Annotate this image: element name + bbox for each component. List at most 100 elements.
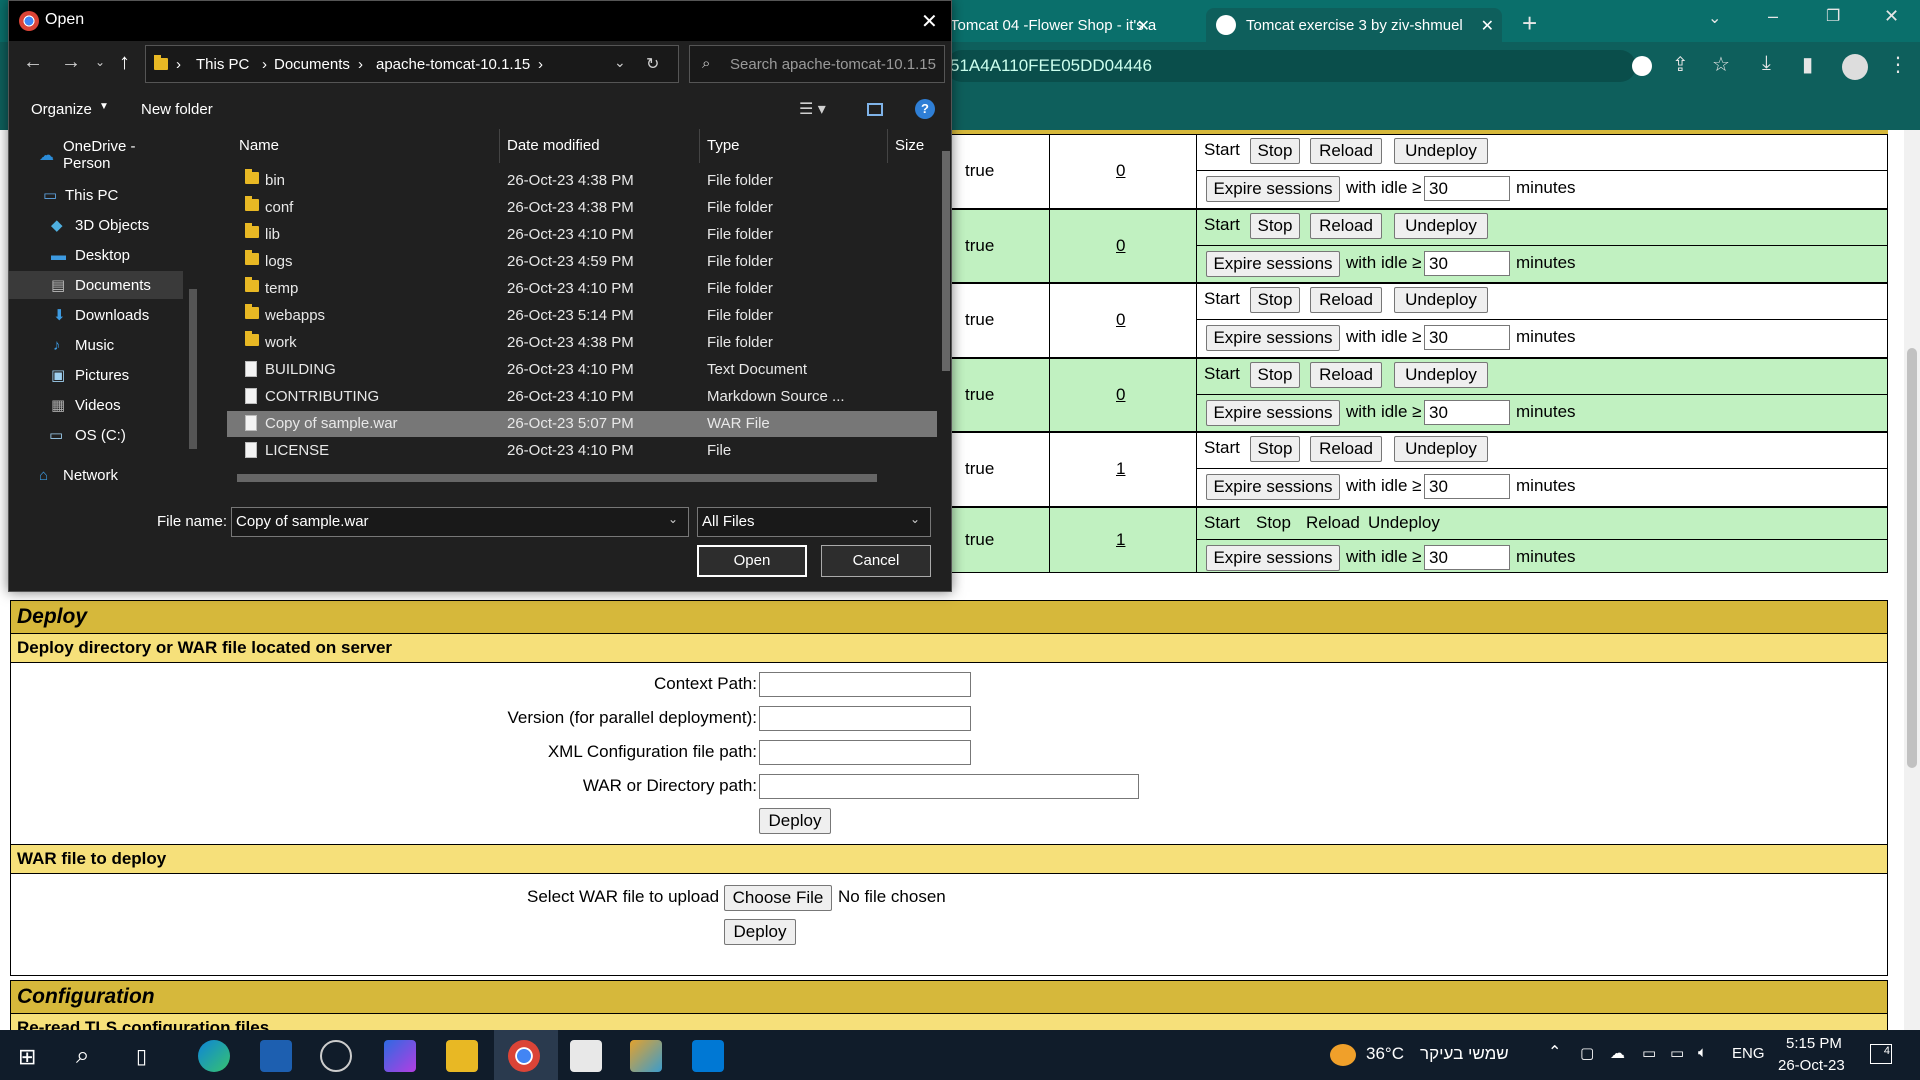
task-view-icon[interactable]: ▯ <box>136 1044 147 1069</box>
new-folder-button[interactable]: New folder <box>141 101 213 118</box>
stop-button[interactable]: Stop <box>1250 212 1300 239</box>
folder-row[interactable]: logs 26-Oct-23 4:59 PM File folder <box>227 249 937 275</box>
col-date[interactable]: Date modified <box>507 137 600 154</box>
war-dir-input[interactable] <box>759 774 1139 799</box>
notifications-icon[interactable]: 4 <box>1870 1044 1892 1064</box>
cancel-button[interactable]: Cancel <box>821 545 931 577</box>
col-type[interactable]: Type <box>707 137 740 154</box>
deploy-button[interactable]: Deploy <box>759 808 831 834</box>
forward-icon[interactable]: → <box>61 51 81 74</box>
search-box[interactable]: ⌕ Search apache-tomcat-10.1.15 <box>689 45 945 83</box>
address-bar[interactable]: 51A4A110FEE05DD04446 <box>946 50 1636 82</box>
new-tab-button[interactable]: + <box>1522 8 1537 39</box>
filetype-dropdown-icon[interactable]: ⌄ <box>910 512 920 526</box>
meet-icon[interactable]: ▢ <box>1580 1044 1594 1062</box>
folder-row[interactable]: bin 26-Oct-23 4:38 PM File folder <box>227 168 937 194</box>
undeploy-button[interactable]: Undeploy <box>1394 287 1488 313</box>
xml-config-input[interactable] <box>759 740 971 765</box>
file-scrollbar-thumb[interactable] <box>942 151 950 371</box>
volume-icon[interactable]: 🔈︎ <box>1698 1044 1707 1061</box>
close-tab-icon[interactable]: ✕ <box>1137 16 1150 36</box>
battery-icon[interactable]: ▭ <box>1642 1044 1656 1062</box>
close-tab-icon[interactable]: ✕ <box>1481 16 1494 36</box>
filename-input[interactable]: Copy of sample.war ⌄ <box>231 507 689 537</box>
edge-icon[interactable] <box>198 1040 230 1072</box>
vscode-icon[interactable] <box>692 1040 724 1072</box>
bookmark-star-icon[interactable]: ☆ <box>1712 52 1730 77</box>
nav-downloads[interactable]: ⬇ Downloads <box>9 301 183 329</box>
idle-input[interactable]: 30 <box>1424 250 1510 276</box>
refresh-icon[interactable]: ↻ <box>646 54 659 74</box>
nav-desktop[interactable]: ▬ Desktop <box>9 241 183 269</box>
undeploy-button[interactable]: Undeploy <box>1394 361 1488 388</box>
store-icon[interactable] <box>260 1040 292 1072</box>
folder-row[interactable]: webapps 26-Oct-23 5:14 PM File folder <box>227 303 937 329</box>
sessions-link[interactable]: 0 <box>1116 385 1125 405</box>
stop-button[interactable]: Stop <box>1250 436 1300 462</box>
organize-dropdown-icon[interactable]: ▼ <box>99 101 109 112</box>
nav-network[interactable]: ⌂ Network <box>9 461 183 489</box>
reload-button[interactable]: Reload <box>1310 212 1382 239</box>
sessions-link[interactable]: 1 <box>1116 530 1125 550</box>
sessions-link[interactable]: 1 <box>1116 459 1125 479</box>
context-path-input[interactable] <box>759 672 971 697</box>
filetype-select[interactable]: All Files ⌄ <box>697 507 931 537</box>
dell-icon[interactable] <box>320 1040 352 1072</box>
share-icon[interactable]: ⇪ <box>1672 52 1689 77</box>
google-lens-icon[interactable] <box>1632 56 1652 76</box>
expire-sessions-button[interactable]: Expire sessions <box>1206 250 1340 277</box>
breadcrumb-documents[interactable]: Documents <box>274 56 350 73</box>
file-row[interactable]: LICENSE 26-Oct-23 4:10 PM File <box>227 438 937 464</box>
weather-icon[interactable] <box>1330 1044 1356 1066</box>
git-tool-icon[interactable] <box>630 1040 662 1072</box>
page-scrollbar-thumb[interactable] <box>1907 348 1917 768</box>
close-window-icon[interactable]: ✕ <box>1884 6 1899 27</box>
stop-button[interactable]: Stop <box>1250 138 1300 164</box>
breadcrumb-tomcat[interactable]: apache-tomcat-10.1.15 <box>376 56 530 73</box>
nav-this-pc[interactable]: ▭ This PC <box>9 181 183 209</box>
expire-sessions-button[interactable]: Expire sessions <box>1206 176 1340 203</box>
minimize-icon[interactable]: – <box>1768 6 1778 27</box>
nav-scrollbar[interactable] <box>185 129 201 489</box>
sessions-link[interactable]: 0 <box>1116 236 1125 256</box>
col-name[interactable]: Name <box>239 137 279 154</box>
idle-input[interactable]: 30 <box>1424 544 1510 570</box>
show-hidden-icons[interactable]: ⌃ <box>1548 1042 1561 1062</box>
up-folder-icon[interactable]: ↑ <box>119 49 130 75</box>
undeploy-button[interactable]: Undeploy <box>1394 212 1488 239</box>
dialog-close-icon[interactable]: ✕ <box>921 9 938 34</box>
browser-tab-exercise[interactable]: Tomcat exercise 3 by ziv-shmuel ✕ <box>1206 8 1502 42</box>
expire-sessions-button[interactable]: Expire sessions <box>1206 399 1340 426</box>
file-hscrollbar-thumb[interactable] <box>237 474 877 482</box>
undeploy-button[interactable]: Undeploy <box>1394 138 1488 164</box>
file-row[interactable]: Copy of sample.war 26-Oct-23 5:07 PM WAR F… <box>227 411 937 437</box>
help-icon[interactable]: ? <box>915 99 935 119</box>
nav-videos[interactable]: ▦ Videos <box>9 391 183 419</box>
clock-date[interactable]: 26-Oct-23 <box>1778 1057 1845 1074</box>
breadcrumb-this-pc[interactable]: This PC <box>196 56 249 73</box>
nav-music[interactable]: ♪ Music <box>9 331 183 359</box>
upload-deploy-button[interactable]: Deploy <box>724 919 796 945</box>
idle-input[interactable]: 30 <box>1424 176 1510 202</box>
reload-button[interactable]: Reload <box>1310 361 1382 388</box>
organize-button[interactable]: Organize <box>31 101 92 118</box>
open-button[interactable]: Open <box>697 545 807 577</box>
clock-time[interactable]: 5:15 PM <box>1786 1035 1842 1052</box>
network-icon[interactable]: ▭ <box>1670 1044 1684 1062</box>
stop-button[interactable]: Stop <box>1250 287 1300 313</box>
page-scrollbar-track[interactable] <box>1904 130 1920 1030</box>
file-scrollbar[interactable] <box>939 129 953 469</box>
chrome-taskbar-icon[interactable] <box>508 1040 540 1072</box>
reload-button[interactable]: Reload <box>1310 287 1382 313</box>
nav-documents[interactable]: ▤ Documents <box>9 271 183 299</box>
folder-row[interactable]: lib 26-Oct-23 4:10 PM File folder <box>227 222 937 248</box>
onedrive-tray-icon[interactable]: ☁ <box>1610 1044 1625 1062</box>
col-size[interactable]: Size <box>895 137 924 154</box>
nav-scrollbar-thumb[interactable] <box>189 289 197 449</box>
expire-sessions-button[interactable]: Expire sessions <box>1206 544 1340 571</box>
stop-button[interactable]: Stop <box>1250 361 1300 388</box>
nav-pictures[interactable]: ▣ Pictures <box>9 361 183 389</box>
file-row[interactable]: CONTRIBUTING 26-Oct-23 4:10 PM Markdown So… <box>227 384 937 410</box>
start-button-icon[interactable]: ⊞ <box>18 1044 36 1070</box>
idle-input[interactable]: 30 <box>1424 474 1510 500</box>
